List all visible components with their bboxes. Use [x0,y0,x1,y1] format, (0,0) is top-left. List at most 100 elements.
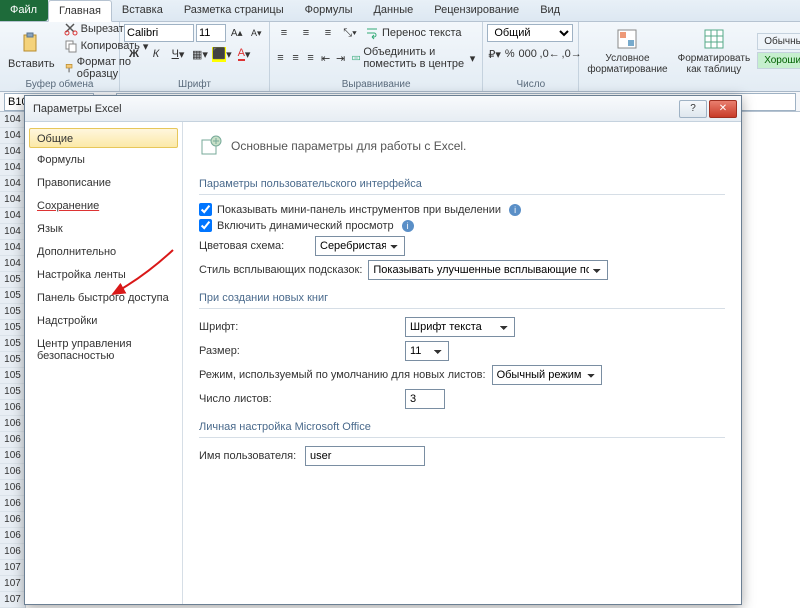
row-header-cell[interactable]: 104 [0,112,25,128]
tab-view[interactable]: Вид [530,0,571,21]
nav-item-общие[interactable]: Общие [29,128,178,148]
dialog-titlebar[interactable]: Параметры Excel ? ✕ [25,96,741,122]
font-size-combo[interactable] [196,24,226,42]
tab-file[interactable]: Файл [0,0,48,21]
nav-item-настройка-ленты[interactable]: Настройка ленты [29,264,178,286]
percent-button[interactable]: % [504,45,516,63]
row-header-cell[interactable]: 106 [0,400,25,416]
style-normal[interactable]: Обычный [757,33,800,50]
bold-button[interactable]: Ж [124,45,144,63]
default-view-select[interactable]: Обычный режим [492,365,602,385]
row-header-cell[interactable]: 106 [0,416,25,432]
nav-item-панель-быстрого-доступа[interactable]: Панель быстрого доступа [29,287,178,309]
align-middle-button[interactable]: ≡ [296,24,316,42]
row-header-cell[interactable]: 105 [0,352,25,368]
align-center-button[interactable]: ≡ [289,49,302,67]
row-header-cell[interactable]: 105 [0,384,25,400]
tab-home[interactable]: Главная [48,0,112,22]
color-scheme-select[interactable]: Серебристая [315,236,405,256]
align-top-button[interactable]: ≡ [274,24,294,42]
nav-item-правописание[interactable]: Правописание [29,172,178,194]
row-header-cell[interactable]: 106 [0,480,25,496]
lbl-view: Режим, используемый по умолчанию для нов… [199,369,486,381]
indent-increase-button[interactable]: ⇥ [334,49,347,67]
number-format-combo[interactable]: Общий [487,24,573,42]
orientation-button[interactable]: ⤡▾ [340,24,360,42]
wrap-text-button[interactable]: Перенос текста [362,25,465,41]
underline-button[interactable]: Ч▾ [168,45,188,63]
border-button[interactable]: ▦▾ [190,45,210,63]
chk-live-preview[interactable] [199,219,212,232]
row-header-cell[interactable]: 106 [0,512,25,528]
screentip-select[interactable]: Показывать улучшенные всплывающие подска… [368,260,608,280]
nav-item-центр-управления-безопасностью[interactable]: Центр управления безопасностью [29,333,178,367]
merge-center-button[interactable]: Объединить и поместить в центре ▾ [349,45,478,71]
row-header-cell[interactable]: 104 [0,160,25,176]
row-header-cell[interactable]: 104 [0,256,25,272]
row-header-cell[interactable]: 105 [0,288,25,304]
row-header-cell[interactable]: 106 [0,528,25,544]
nav-item-сохранение[interactable]: Сохранение [29,195,178,217]
row-header-cell[interactable]: 107 [0,592,25,608]
row-header-cell[interactable]: 105 [0,272,25,288]
dialog-title: Параметры Excel [33,103,122,115]
row-header-cell[interactable]: 105 [0,320,25,336]
default-font-select[interactable]: Шрифт текста [405,317,515,337]
lbl-username: Имя пользователя: [199,450,299,462]
row-header-cell[interactable]: 105 [0,336,25,352]
info-icon[interactable]: i [509,204,521,216]
grow-font-button[interactable]: A▴ [228,24,246,42]
style-good[interactable]: Хороший [757,52,800,69]
nav-item-надстройки[interactable]: Надстройки [29,310,178,332]
indent-decrease-button[interactable]: ⇤ [319,49,332,67]
tab-page-layout[interactable]: Разметка страницы [174,0,295,21]
nav-item-формулы[interactable]: Формулы [29,149,178,171]
username-input[interactable] [305,446,425,466]
row-header-cell[interactable]: 104 [0,224,25,240]
sheet-count-spinner[interactable] [405,389,445,409]
align-right-button[interactable]: ≡ [304,49,317,67]
row-header-cell[interactable]: 105 [0,304,25,320]
scissors-icon [64,22,78,36]
row-header-cell[interactable]: 104 [0,208,25,224]
row-header-cell[interactable]: 107 [0,576,25,592]
tab-review[interactable]: Рецензирование [424,0,530,21]
row-header-cell[interactable]: 104 [0,176,25,192]
tab-data[interactable]: Данные [363,0,424,21]
help-button[interactable]: ? [679,100,707,118]
row-header-cell[interactable]: 104 [0,240,25,256]
row-header-cell[interactable]: 106 [0,544,25,560]
font-color-button[interactable]: A▾ [234,45,254,63]
comma-button[interactable]: 000 [518,45,538,63]
align-bottom-button[interactable]: ≡ [318,24,338,42]
row-header-cell[interactable]: 104 [0,144,25,160]
close-button[interactable]: ✕ [709,100,737,118]
info-icon[interactable]: i [402,220,414,232]
row-header-cell[interactable]: 104 [0,192,25,208]
nav-item-язык[interactable]: Язык [29,218,178,240]
increase-decimal-button[interactable]: ,0← [540,45,560,63]
row-header-cell[interactable]: 104 [0,128,25,144]
align-left-button[interactable]: ≡ [274,49,287,67]
font-name-combo[interactable] [124,24,194,42]
paste-label: Вставить [8,58,55,70]
shrink-font-button[interactable]: A▾ [248,24,266,42]
row-header-cell[interactable]: 106 [0,448,25,464]
dialog-nav: ОбщиеФормулыПравописаниеСохранениеЯзыкДо… [25,122,183,604]
format-as-table-button[interactable]: Форматировать как таблицу [674,25,755,77]
italic-button[interactable]: К [146,45,166,63]
row-header-cell[interactable]: 106 [0,432,25,448]
row-header-cell[interactable]: 105 [0,368,25,384]
conditional-formatting-button[interactable]: Условное форматирование [583,25,671,77]
tab-insert[interactable]: Вставка [112,0,174,21]
row-header-cell[interactable]: 106 [0,496,25,512]
row-header-cell[interactable]: 107 [0,560,25,576]
fill-color-button[interactable]: ⬛▾ [212,45,232,63]
nav-item-дополнительно[interactable]: Дополнительно [29,241,178,263]
chk-mini-toolbar[interactable] [199,203,212,216]
tab-formulas[interactable]: Формулы [295,0,364,21]
paste-button[interactable]: Вставить [4,30,59,72]
default-size-select[interactable]: 11 [405,341,449,361]
row-header-cell[interactable]: 106 [0,464,25,480]
currency-button[interactable]: ₽▾ [487,45,502,63]
